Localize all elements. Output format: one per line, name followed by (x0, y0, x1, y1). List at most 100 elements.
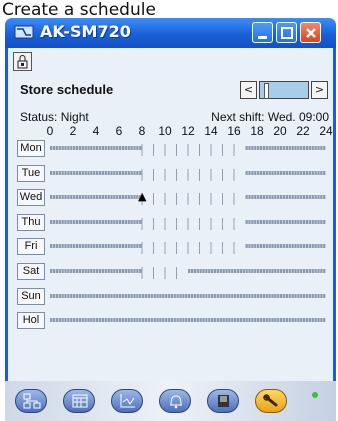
closed-segment (257, 170, 260, 175)
closed-segment (308, 269, 312, 273)
closed-segment (219, 269, 222, 273)
day-button[interactable]: Sun (17, 287, 45, 305)
closed-segment (98, 195, 102, 200)
closed-segment (317, 318, 320, 323)
closed-segment (291, 293, 294, 298)
closed-segment (300, 146, 303, 150)
closed-segment (119, 219, 122, 224)
closed-segment (271, 293, 274, 298)
day-button[interactable]: Mon (17, 140, 45, 157)
maximize-button[interactable] (276, 22, 297, 43)
closed-segment (81, 269, 84, 273)
closed-segment (124, 146, 128, 150)
closed-segment (280, 269, 283, 273)
lock-button[interactable] (13, 52, 32, 71)
closed-segment (119, 170, 122, 175)
network-button[interactable] (15, 389, 47, 413)
closed-segment (90, 318, 93, 323)
day-timeline[interactable] (50, 189, 326, 207)
closed-segment (107, 293, 110, 298)
closed-segment (73, 219, 76, 224)
manual-button[interactable] (207, 389, 239, 413)
hour-label: 18 (250, 124, 264, 138)
closed-segment (265, 170, 268, 175)
closed-segment (110, 293, 113, 298)
closed-segment (87, 219, 90, 224)
closed-segment (277, 244, 280, 249)
closed-segment (107, 195, 110, 200)
hour-label: 2 (69, 124, 77, 138)
service-button[interactable] (255, 389, 287, 413)
closed-segment (305, 170, 309, 175)
close-button[interactable] (300, 22, 321, 43)
closed-segment (199, 318, 202, 323)
chart-button[interactable] (111, 389, 143, 413)
closed-segment (213, 269, 217, 273)
calendar-button[interactable] (63, 389, 95, 413)
day-timeline[interactable] (50, 165, 326, 183)
closed-segment (259, 293, 263, 298)
closed-segment (67, 219, 70, 224)
closed-segment (64, 244, 67, 249)
day-button[interactable]: Sat (17, 263, 45, 280)
closed-segment (271, 219, 274, 224)
closed-segment (136, 318, 139, 323)
closed-segment (136, 244, 139, 249)
day-timeline[interactable] (50, 312, 326, 330)
day-timeline[interactable] (50, 288, 326, 306)
closed-segment (98, 269, 102, 273)
closed-segment (61, 146, 64, 150)
day-button[interactable]: Tue (17, 164, 45, 182)
slider-thumb[interactable] (264, 83, 269, 99)
closed-segment (93, 195, 96, 200)
closed-segment (107, 269, 110, 273)
closed-segment (55, 146, 59, 150)
closed-segment (101, 195, 105, 200)
closed-segment (248, 219, 251, 224)
day-button[interactable]: Thu (17, 213, 45, 231)
closed-segment (81, 219, 84, 224)
closed-segment (239, 293, 243, 298)
minimize-button[interactable] (252, 22, 273, 43)
alarm-button[interactable] (159, 389, 191, 413)
closed-segment (300, 219, 303, 224)
closed-segment (285, 219, 289, 224)
closed-segment (139, 170, 142, 175)
closed-segment (196, 293, 199, 298)
closed-segment (297, 219, 300, 224)
day-button[interactable]: Wed (17, 189, 45, 207)
day-button[interactable]: Fri (17, 238, 45, 256)
closed-segment (87, 170, 90, 175)
closed-segment (50, 269, 53, 273)
closed-segment (147, 293, 151, 298)
day-timeline[interactable] (50, 214, 326, 232)
closed-segment (317, 146, 320, 150)
day-timeline[interactable] (50, 238, 326, 256)
closed-segment (90, 244, 93, 249)
closed-segment (294, 146, 297, 150)
closed-segment (107, 170, 110, 175)
day-button[interactable]: Hol (17, 312, 45, 330)
closed-segment (242, 318, 245, 323)
closed-segment (73, 146, 76, 150)
day-timeline[interactable] (50, 263, 326, 281)
closed-segment (84, 146, 87, 150)
closed-segment (202, 269, 205, 273)
closed-segment (291, 146, 294, 150)
day-timeline[interactable] (50, 140, 326, 158)
closed-segment (323, 170, 326, 175)
next-button[interactable]: > (311, 81, 328, 99)
closed-segment (248, 293, 251, 298)
closed-segment (50, 318, 53, 323)
closed-segment (277, 293, 280, 298)
closed-segment (257, 293, 260, 298)
closed-segment (61, 219, 64, 224)
closed-segment (231, 293, 234, 298)
closed-segment (311, 293, 314, 298)
nav-slider[interactable] (259, 81, 309, 99)
closed-segment (70, 318, 73, 323)
closed-segment (61, 318, 64, 323)
closed-segment (236, 269, 240, 273)
closed-segment (190, 269, 194, 273)
previous-button[interactable]: < (240, 81, 257, 99)
